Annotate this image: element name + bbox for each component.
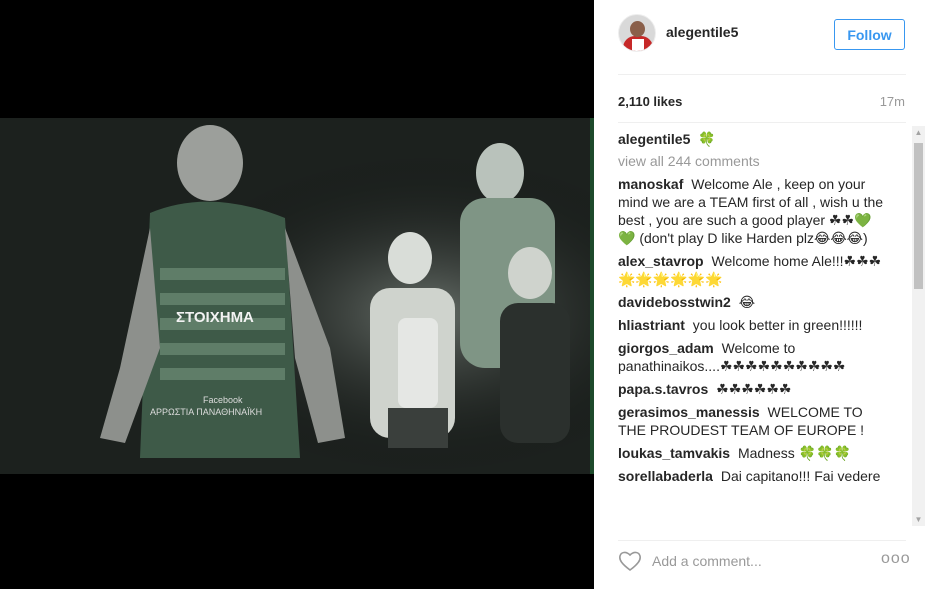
jersey-slogan-text: ΑΡΡΩΣΤΙΑ ΠΑΝΑΘΗΝΑΪΚΗ [150, 407, 262, 417]
post-photo[interactable]: ΣΤΟΙΧΗΜΑ Facebook ΑΡΡΩΣΤΙΑ ΠΑΝΑΘΗΝΑΪΚΗ [0, 118, 594, 474]
comment-username[interactable]: alex_stavrop [618, 253, 704, 269]
comment-item: hliastriant you look better in green!!!!… [618, 316, 888, 334]
comment-username[interactable]: loukas_tamvakis [618, 445, 730, 461]
post-time[interactable]: 17m [880, 94, 905, 109]
comments-scrollbar[interactable]: ▲ ▼ [912, 126, 925, 526]
comment-text: ☘☘☘☘☘☘ [716, 381, 792, 397]
comment-item: davidebosstwin2 😂 [618, 293, 888, 311]
comment-username[interactable]: davidebosstwin2 [618, 294, 731, 310]
likes-divider [618, 122, 906, 123]
post-media-panel: ΣΤΟΙΧΗΜΑ Facebook ΑΡΡΩΣΤΙΑ ΠΑΝΑΘΗΝΑΪΚΗ [0, 0, 594, 589]
comment-text: you look better in green!!!!!! [692, 317, 863, 333]
scroll-down-arrow-icon[interactable]: ▼ [912, 513, 925, 526]
comment-text: Dai capitano!!! Fai vedere [720, 468, 881, 484]
view-all-comments-link[interactable]: view all 244 comments [618, 153, 914, 169]
avatar-shirt [632, 39, 644, 51]
comment-item: manoskaf Welcome Ale , keep on your mind… [618, 175, 888, 247]
comment-item: gerasimos_manessis WELCOME TO THE PROUDE… [618, 403, 888, 439]
comment-item: sorellabaderla Dai capitano!!! Fai veder… [618, 467, 888, 485]
comment-username[interactable]: papa.s.tavros [618, 381, 708, 397]
comment-item: giorgos_adam Welcome to panathinaikos...… [618, 339, 888, 375]
jersey-sponsor-text: ΣΤΟΙΧΗΜΑ [176, 309, 254, 326]
avatar[interactable] [618, 14, 656, 52]
like-heart-icon[interactable] [618, 550, 642, 572]
comment-text: 😂 [738, 294, 756, 310]
caption-username[interactable]: alegentile5 [618, 131, 690, 147]
add-comment-input[interactable] [652, 550, 852, 572]
more-options-icon[interactable]: ooo [881, 550, 911, 568]
caption: alegentile5 🍀 [618, 130, 888, 148]
comment-username[interactable]: gerasimos_manessis [618, 404, 760, 420]
comment-item: alex_stavrop Welcome home Ale!!!☘☘☘ 🌟🌟🌟🌟… [618, 252, 888, 288]
photo-illustration: ΣΤΟΙΧΗΜΑ Facebook ΑΡΡΩΣΤΙΑ ΠΑΝΑΘΗΝΑΪΚΗ [0, 118, 594, 474]
follow-button[interactable]: Follow [834, 19, 905, 50]
comment-username[interactable]: hliastriant [618, 317, 685, 333]
caption-text: 🍀 [698, 131, 716, 147]
scroll-thumb[interactable] [914, 143, 923, 289]
comment-username[interactable]: sorellabaderla [618, 468, 713, 484]
header-divider [618, 74, 906, 75]
comment-text: Madness 🍀🍀🍀 [737, 445, 851, 461]
comments-list: alegentile5 🍀 view all 244 comments mano… [618, 126, 914, 526]
likes-count[interactable]: 2,110 likes [618, 94, 682, 109]
avatar-head [630, 21, 645, 37]
username-link[interactable]: alegentile5 [666, 24, 738, 40]
add-comment-bar: ooo [594, 540, 926, 589]
post-side-panel: alegentile5 Follow 2,110 likes 17m alege… [594, 0, 926, 589]
scroll-up-arrow-icon[interactable]: ▲ [912, 126, 925, 139]
comment-item: papa.s.tavros ☘☘☘☘☘☘ [618, 380, 888, 398]
comment-username[interactable]: manoskaf [618, 176, 683, 192]
comment-item: loukas_tamvakis Madness 🍀🍀🍀 [618, 444, 888, 462]
jersey-facebook-text: Facebook [203, 395, 243, 405]
comment-username[interactable]: giorgos_adam [618, 340, 714, 356]
post-header: alegentile5 Follow [594, 0, 926, 74]
